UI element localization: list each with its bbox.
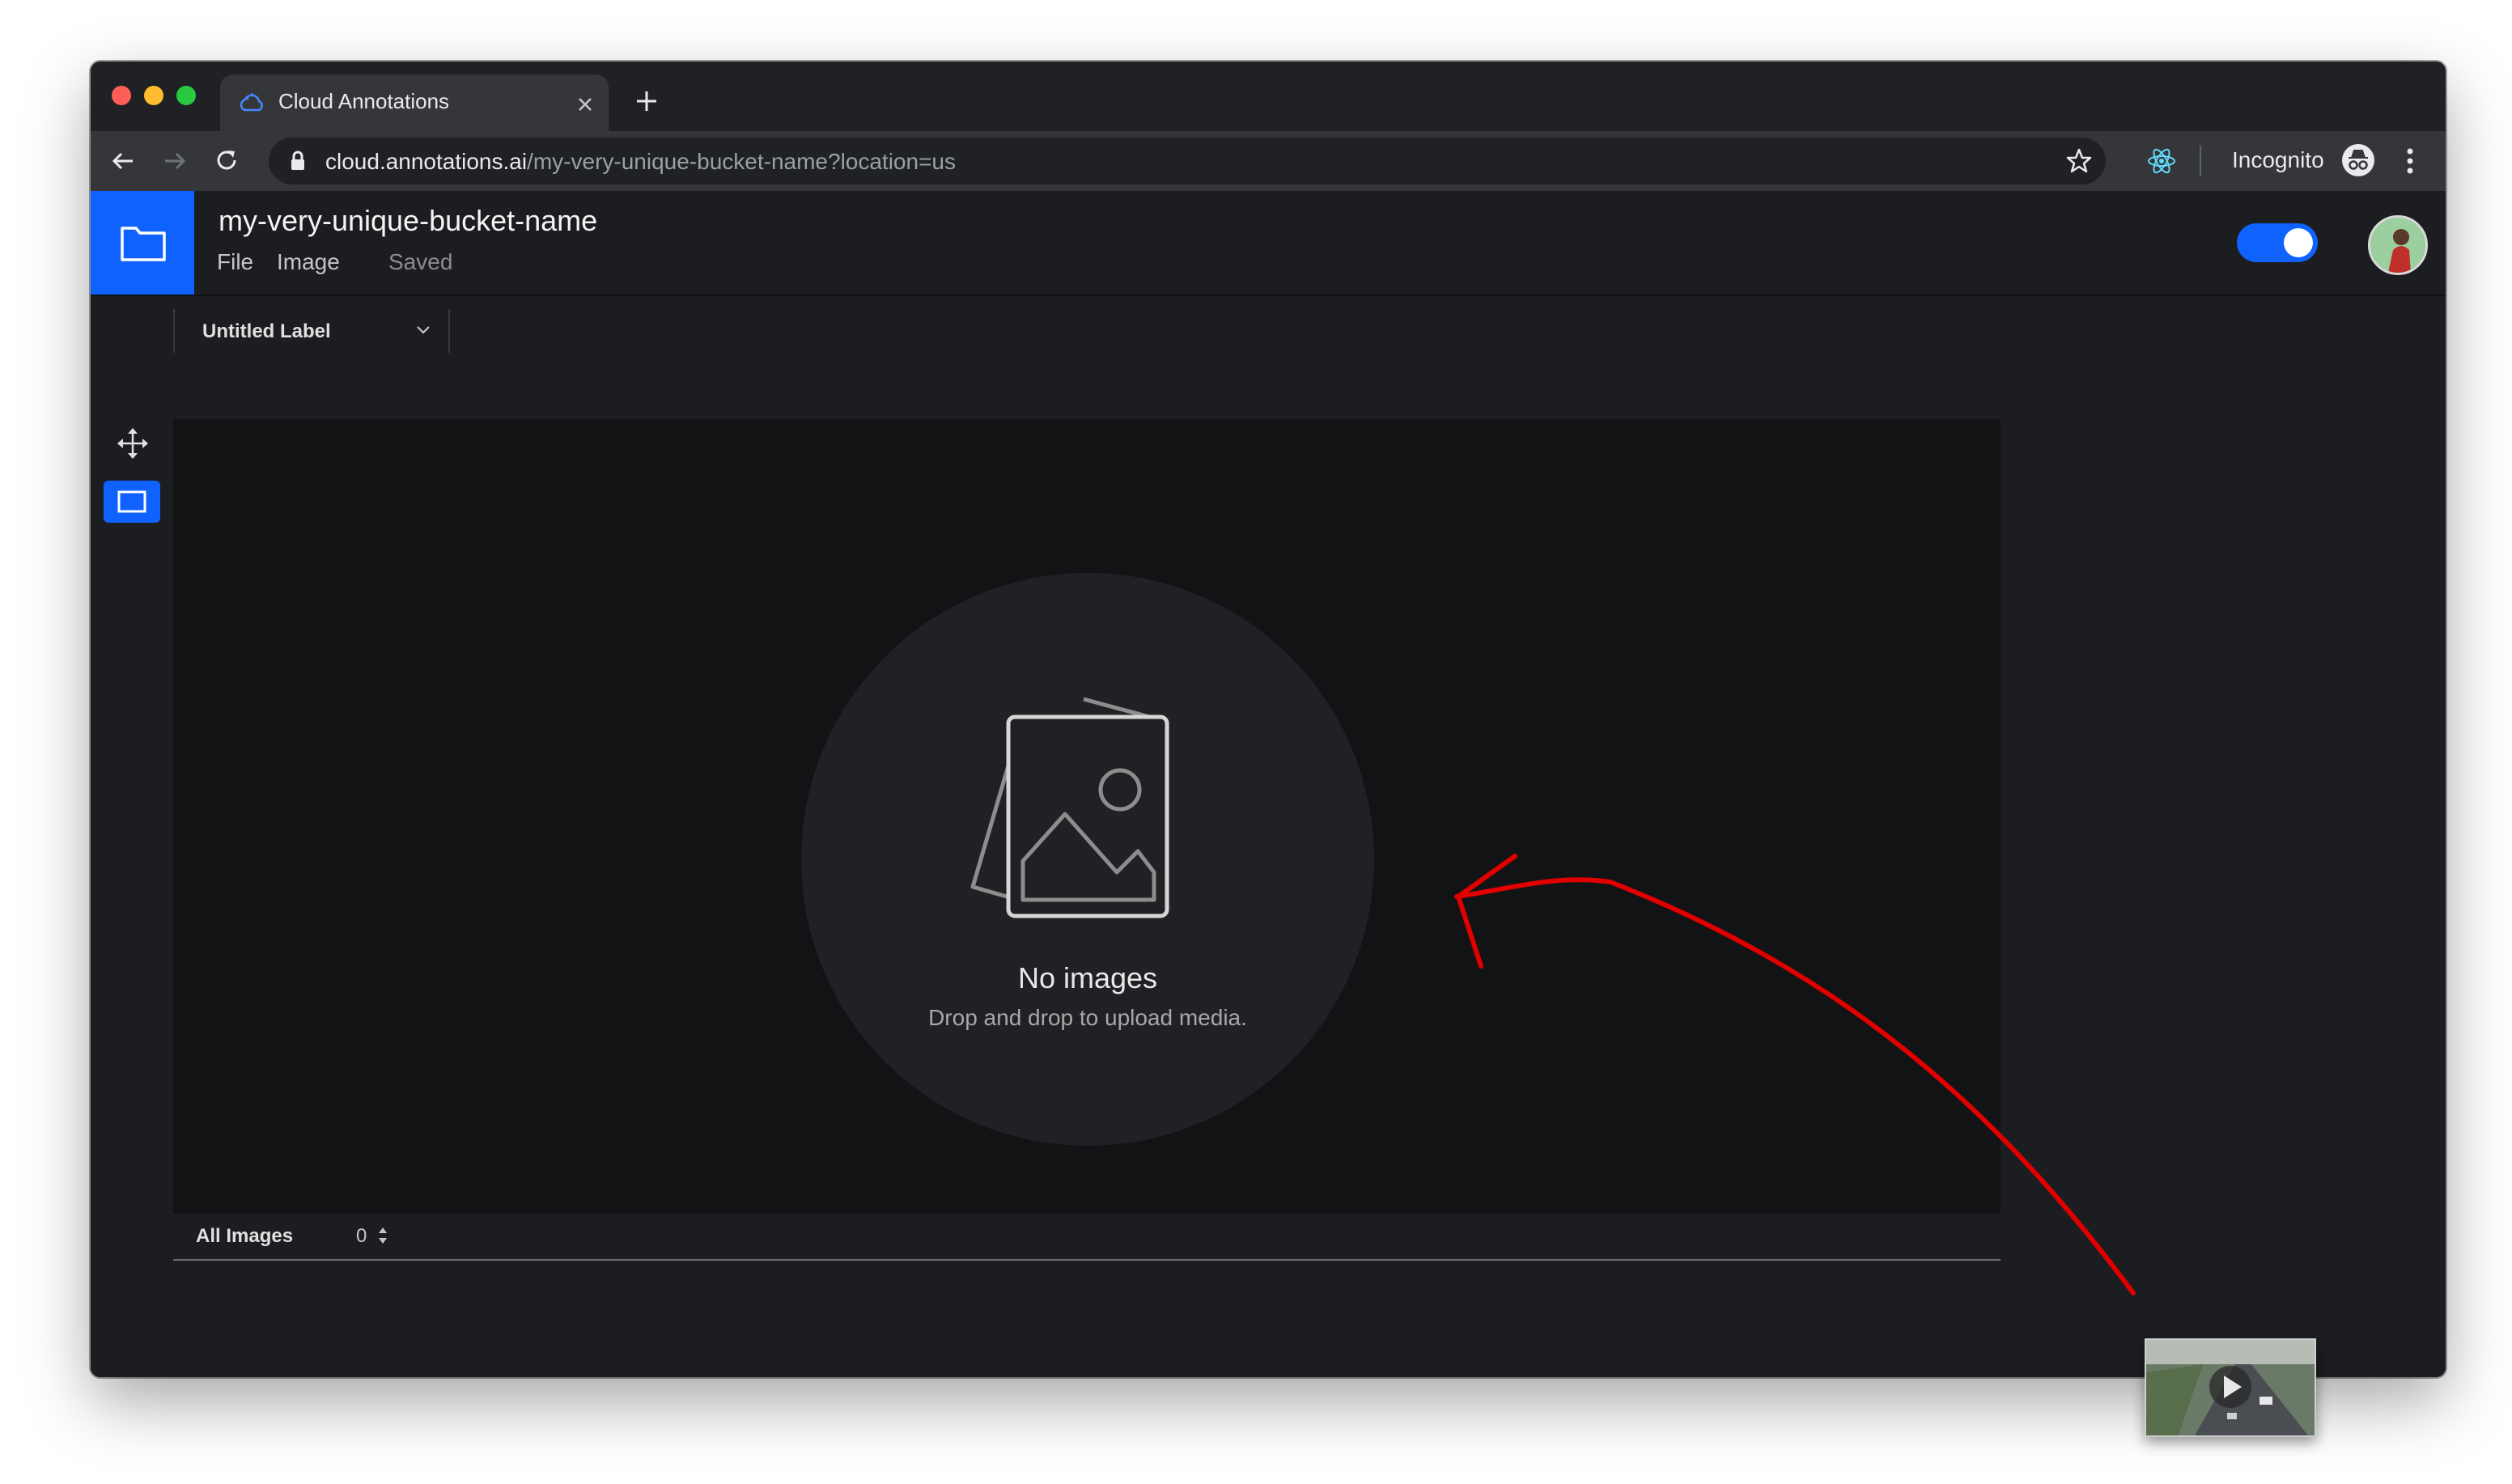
annotation-arrow xyxy=(1454,854,2136,1295)
dragged-video-thumbnail[interactable] xyxy=(2145,1338,2316,1437)
video-thumbnail-image xyxy=(2146,1340,2315,1435)
